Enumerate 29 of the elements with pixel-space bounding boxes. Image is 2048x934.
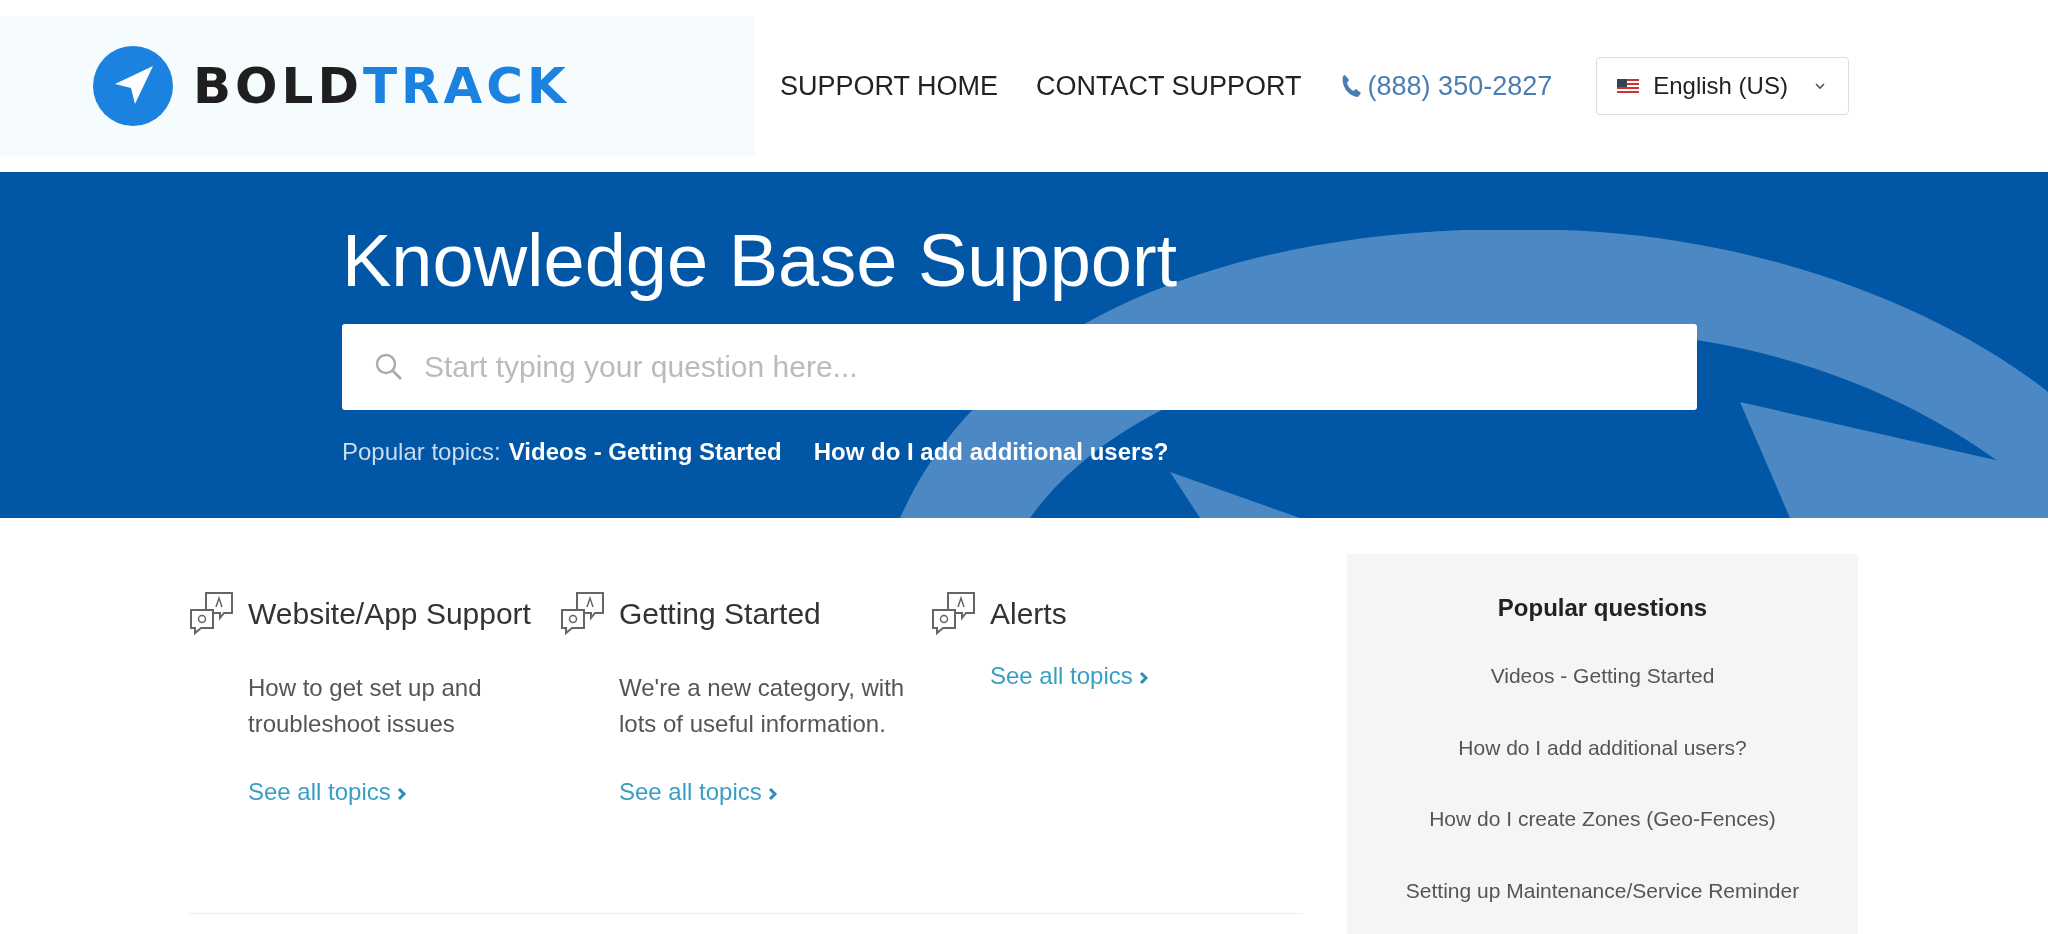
flag-icon [1617,78,1640,94]
chevron-right-icon [1139,670,1150,685]
phone-link[interactable]: (888) 350-2827 [1339,65,1553,107]
nav-link[interactable]: SUPPORT HOME [780,65,999,107]
chat-bubbles-icon [930,590,978,636]
question-link[interactable]: How do I add additional users? [1347,731,1858,763]
chevron-right-icon [397,786,408,801]
logo-wordmark[interactable]: BOLDTRACK [193,61,570,111]
category-title[interactable]: Getting Started [619,590,821,636]
chevron-down-icon [1813,82,1826,90]
category-title[interactable]: Website/App Support [248,590,531,636]
question-link[interactable]: Videos - Getting Started [1347,660,1858,692]
category-description: We're a new category, with lots of useful information. [619,673,906,739]
sidebar-title: Popular questions [1496,593,1709,623]
category-description: How to get set up and troubleshoot issues [248,673,483,739]
chevron-right-icon [768,786,779,801]
question-link[interactable]: Setting up Maintenance/Service Reminder [1347,874,1858,906]
search-icon [374,352,404,382]
logo-icon [93,46,173,126]
category-title[interactable]: Alerts [990,590,1067,636]
question-link[interactable]: How do I create Zones (Geo-Fences) [1347,803,1858,835]
chat-bubbles-icon [559,590,607,636]
chat-bubbles-icon [188,590,236,636]
language-dropdown[interactable]: English (US) [1596,57,1850,115]
popular-topic-link[interactable]: Videos - Getting Started [508,434,782,470]
popular-topic-link[interactable]: How do I add additional users? [813,434,1169,470]
popular-topics-label: Popular topics: [342,437,501,467]
search-field[interactable]: Start typing your question here... [342,324,1697,410]
nav-link[interactable]: CONTACT SUPPORT [1036,65,1302,107]
